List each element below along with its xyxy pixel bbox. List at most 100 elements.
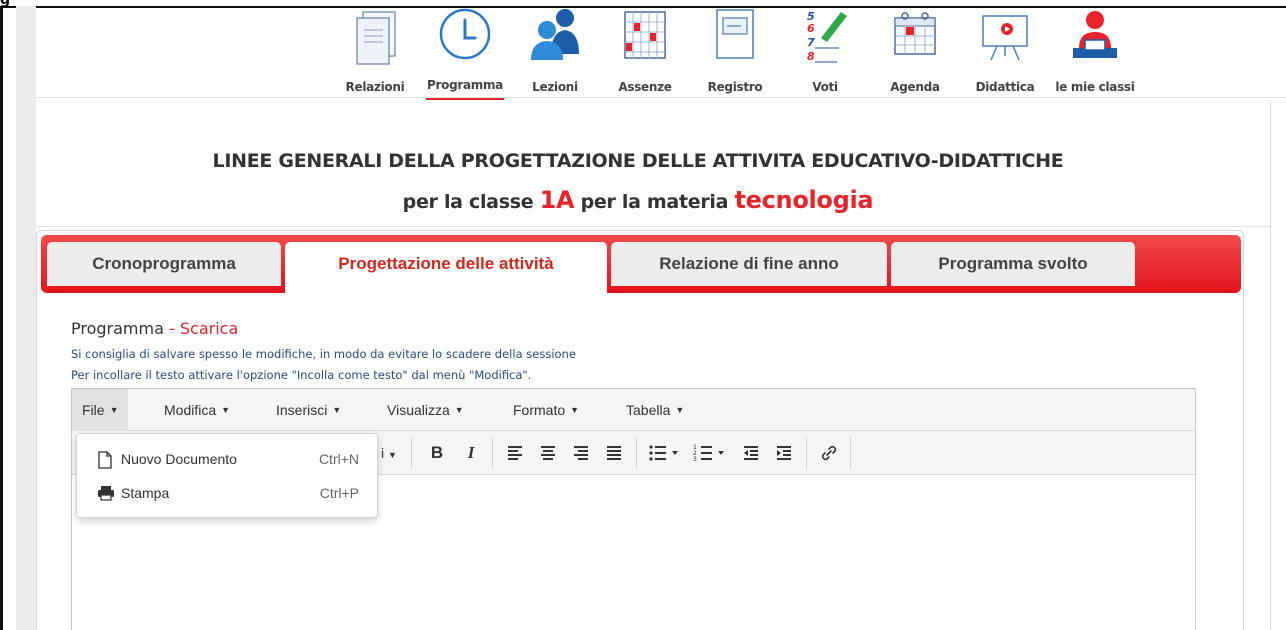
- nav-label: Programma: [427, 78, 503, 92]
- tab-programma-svolto[interactable]: Programma svolto: [891, 242, 1135, 286]
- insert-link-button[interactable]: [814, 438, 844, 468]
- menu-label: File: [82, 402, 105, 418]
- nav-item-didattica[interactable]: Didattica: [960, 8, 1050, 98]
- right-divider: [1270, 100, 1271, 630]
- nav-item-agenda[interactable]: Agenda: [870, 8, 960, 98]
- menu-visualizza[interactable]: Visualizza ▼: [377, 389, 474, 431]
- menu-label: Formato: [513, 402, 566, 418]
- menu-label: Modifica: [164, 402, 217, 418]
- tab-relazione-fine-anno[interactable]: Relazione di fine anno: [611, 242, 887, 286]
- reports-icon: [347, 8, 403, 68]
- toolbar-separator: [492, 437, 493, 469]
- caret-down-icon: ▼: [675, 405, 685, 415]
- toolbar-separator: [636, 437, 637, 469]
- heading-separator: [36, 226, 1270, 227]
- tab-progettazione[interactable]: Progettazione delle attività: [285, 242, 607, 293]
- nav-item-lezioni[interactable]: Lezioni: [510, 8, 600, 98]
- caret-down-icon: ▼: [454, 405, 464, 415]
- subject-name: tecnologia: [734, 186, 874, 214]
- bold-button[interactable]: B: [422, 438, 452, 468]
- caret-down-icon: ▼: [221, 405, 231, 415]
- numbered-list-button[interactable]: 1 2 3: [688, 438, 732, 468]
- subtitle-prefix: per la classe: [402, 191, 540, 213]
- save-advice-note: Si consiglia di salvare spesso le modifi…: [71, 347, 576, 361]
- register-icon: [707, 8, 763, 68]
- toolbar-separator: [411, 437, 412, 469]
- paste-advice-note: Per incollare il testo attivare l'opzion…: [71, 368, 532, 382]
- menu-label: Visualizza: [387, 402, 450, 418]
- menu-item-shortcut: Ctrl+P: [319, 485, 359, 501]
- download-link[interactable]: Scarica: [180, 319, 238, 338]
- svg-text:6: 6: [807, 22, 815, 35]
- new-document-icon: [97, 451, 113, 469]
- nav-label: Voti: [812, 80, 838, 94]
- svg-text:7: 7: [807, 36, 815, 49]
- nav-label: Relazioni: [345, 80, 405, 94]
- menu-label: Inserisci: [276, 402, 328, 418]
- class-name: 1A: [539, 186, 575, 214]
- menu-tabella[interactable]: Tabella ▼: [616, 389, 694, 431]
- nav-item-programma[interactable]: Programma: [420, 8, 510, 100]
- nav-item-voti[interactable]: 5 6 7 8 Voti: [780, 8, 870, 98]
- nav-separator: [36, 97, 1286, 98]
- attendance-grid-icon: [617, 8, 673, 68]
- justify-icon: [607, 446, 621, 460]
- printer-icon: [97, 485, 115, 501]
- file-menu-dropdown: Nuovo Documento Ctrl+N Stampa Ctrl+P: [76, 433, 378, 518]
- clock-icon: [437, 8, 493, 68]
- svg-text:3: 3: [693, 456, 697, 463]
- menu-file[interactable]: File ▼: [72, 389, 129, 431]
- students-icon: [527, 8, 583, 68]
- page-heading: LINEE GENERALI DELLA PROGETTAZIONE DELLE…: [36, 150, 1240, 214]
- nav-item-registro[interactable]: Registro: [690, 8, 780, 98]
- menu-item-shortcut: Ctrl+N: [318, 451, 359, 467]
- window-border-left: [0, 6, 3, 630]
- tab-bar: Cronoprogramma Progettazione delle attiv…: [41, 235, 1241, 293]
- align-right-button[interactable]: [566, 438, 596, 468]
- menu-item-print[interactable]: Stampa Ctrl+P: [77, 478, 377, 508]
- menu-inserisci[interactable]: Inserisci ▼: [266, 389, 351, 431]
- page-title: LINEE GENERALI DELLA PROGETTAZIONE DELLE…: [212, 150, 1064, 172]
- section-separator: -: [163, 319, 180, 338]
- nav-label: Registro: [707, 80, 763, 94]
- nav-item-relazioni[interactable]: Relazioni: [330, 8, 420, 98]
- indent-icon: [777, 446, 791, 460]
- nav-item-assenze[interactable]: Assenze: [600, 8, 690, 98]
- outdent-icon: [744, 446, 758, 460]
- section-label: Programma: [71, 319, 164, 338]
- align-left-icon: [508, 446, 522, 460]
- section-title: Programma - Scarica: [71, 319, 238, 338]
- tab-cronoprogramma[interactable]: Cronoprogramma: [47, 242, 281, 286]
- menu-item-new-document[interactable]: Nuovo Documento Ctrl+N: [77, 444, 377, 474]
- caret-down-icon: ▼: [109, 405, 119, 415]
- toolbar-separator: [806, 437, 807, 469]
- format-select-label: i: [381, 445, 385, 461]
- caret-down-icon: ▼: [332, 405, 342, 415]
- indent-button[interactable]: [769, 438, 799, 468]
- format-select[interactable]: i ▼: [374, 438, 404, 468]
- caret-down-icon: ▼: [388, 450, 397, 460]
- menu-formato[interactable]: Formato ▼: [503, 389, 589, 431]
- grades-icon: 5 6 7 8: [797, 8, 853, 68]
- editor-menubar: File ▼ Modifica ▼ Inserisci ▼ Visualizza ▼ F…: [72, 389, 1195, 431]
- menu-item-label: Stampa: [121, 485, 170, 501]
- nav-item-le-mie-classi[interactable]: le mie classi: [1050, 8, 1140, 98]
- nav-label: Agenda: [890, 80, 940, 94]
- numbered-list-icon: 1 2 3: [693, 444, 724, 463]
- outdent-button[interactable]: [736, 438, 766, 468]
- justify-button[interactable]: [599, 438, 629, 468]
- nav-label: Assenze: [618, 80, 672, 94]
- nav-label: Didattica: [975, 80, 1035, 94]
- align-right-icon: [574, 446, 588, 460]
- align-center-button[interactable]: [533, 438, 563, 468]
- italic-button[interactable]: I: [456, 438, 486, 468]
- bullet-list-button[interactable]: [642, 438, 686, 468]
- top-nav: Relazioni Programma Lezioni Assenze Regi…: [330, 8, 1286, 100]
- menu-modifica[interactable]: Modifica ▼: [154, 389, 240, 431]
- align-left-button[interactable]: [500, 438, 530, 468]
- page-subtitle: per la classe 1A per la materia tecnolog…: [36, 186, 1240, 214]
- link-icon: [821, 445, 837, 461]
- menu-label: Tabella: [626, 402, 671, 418]
- calendar-icon: [887, 8, 943, 68]
- left-gutter: [16, 6, 36, 630]
